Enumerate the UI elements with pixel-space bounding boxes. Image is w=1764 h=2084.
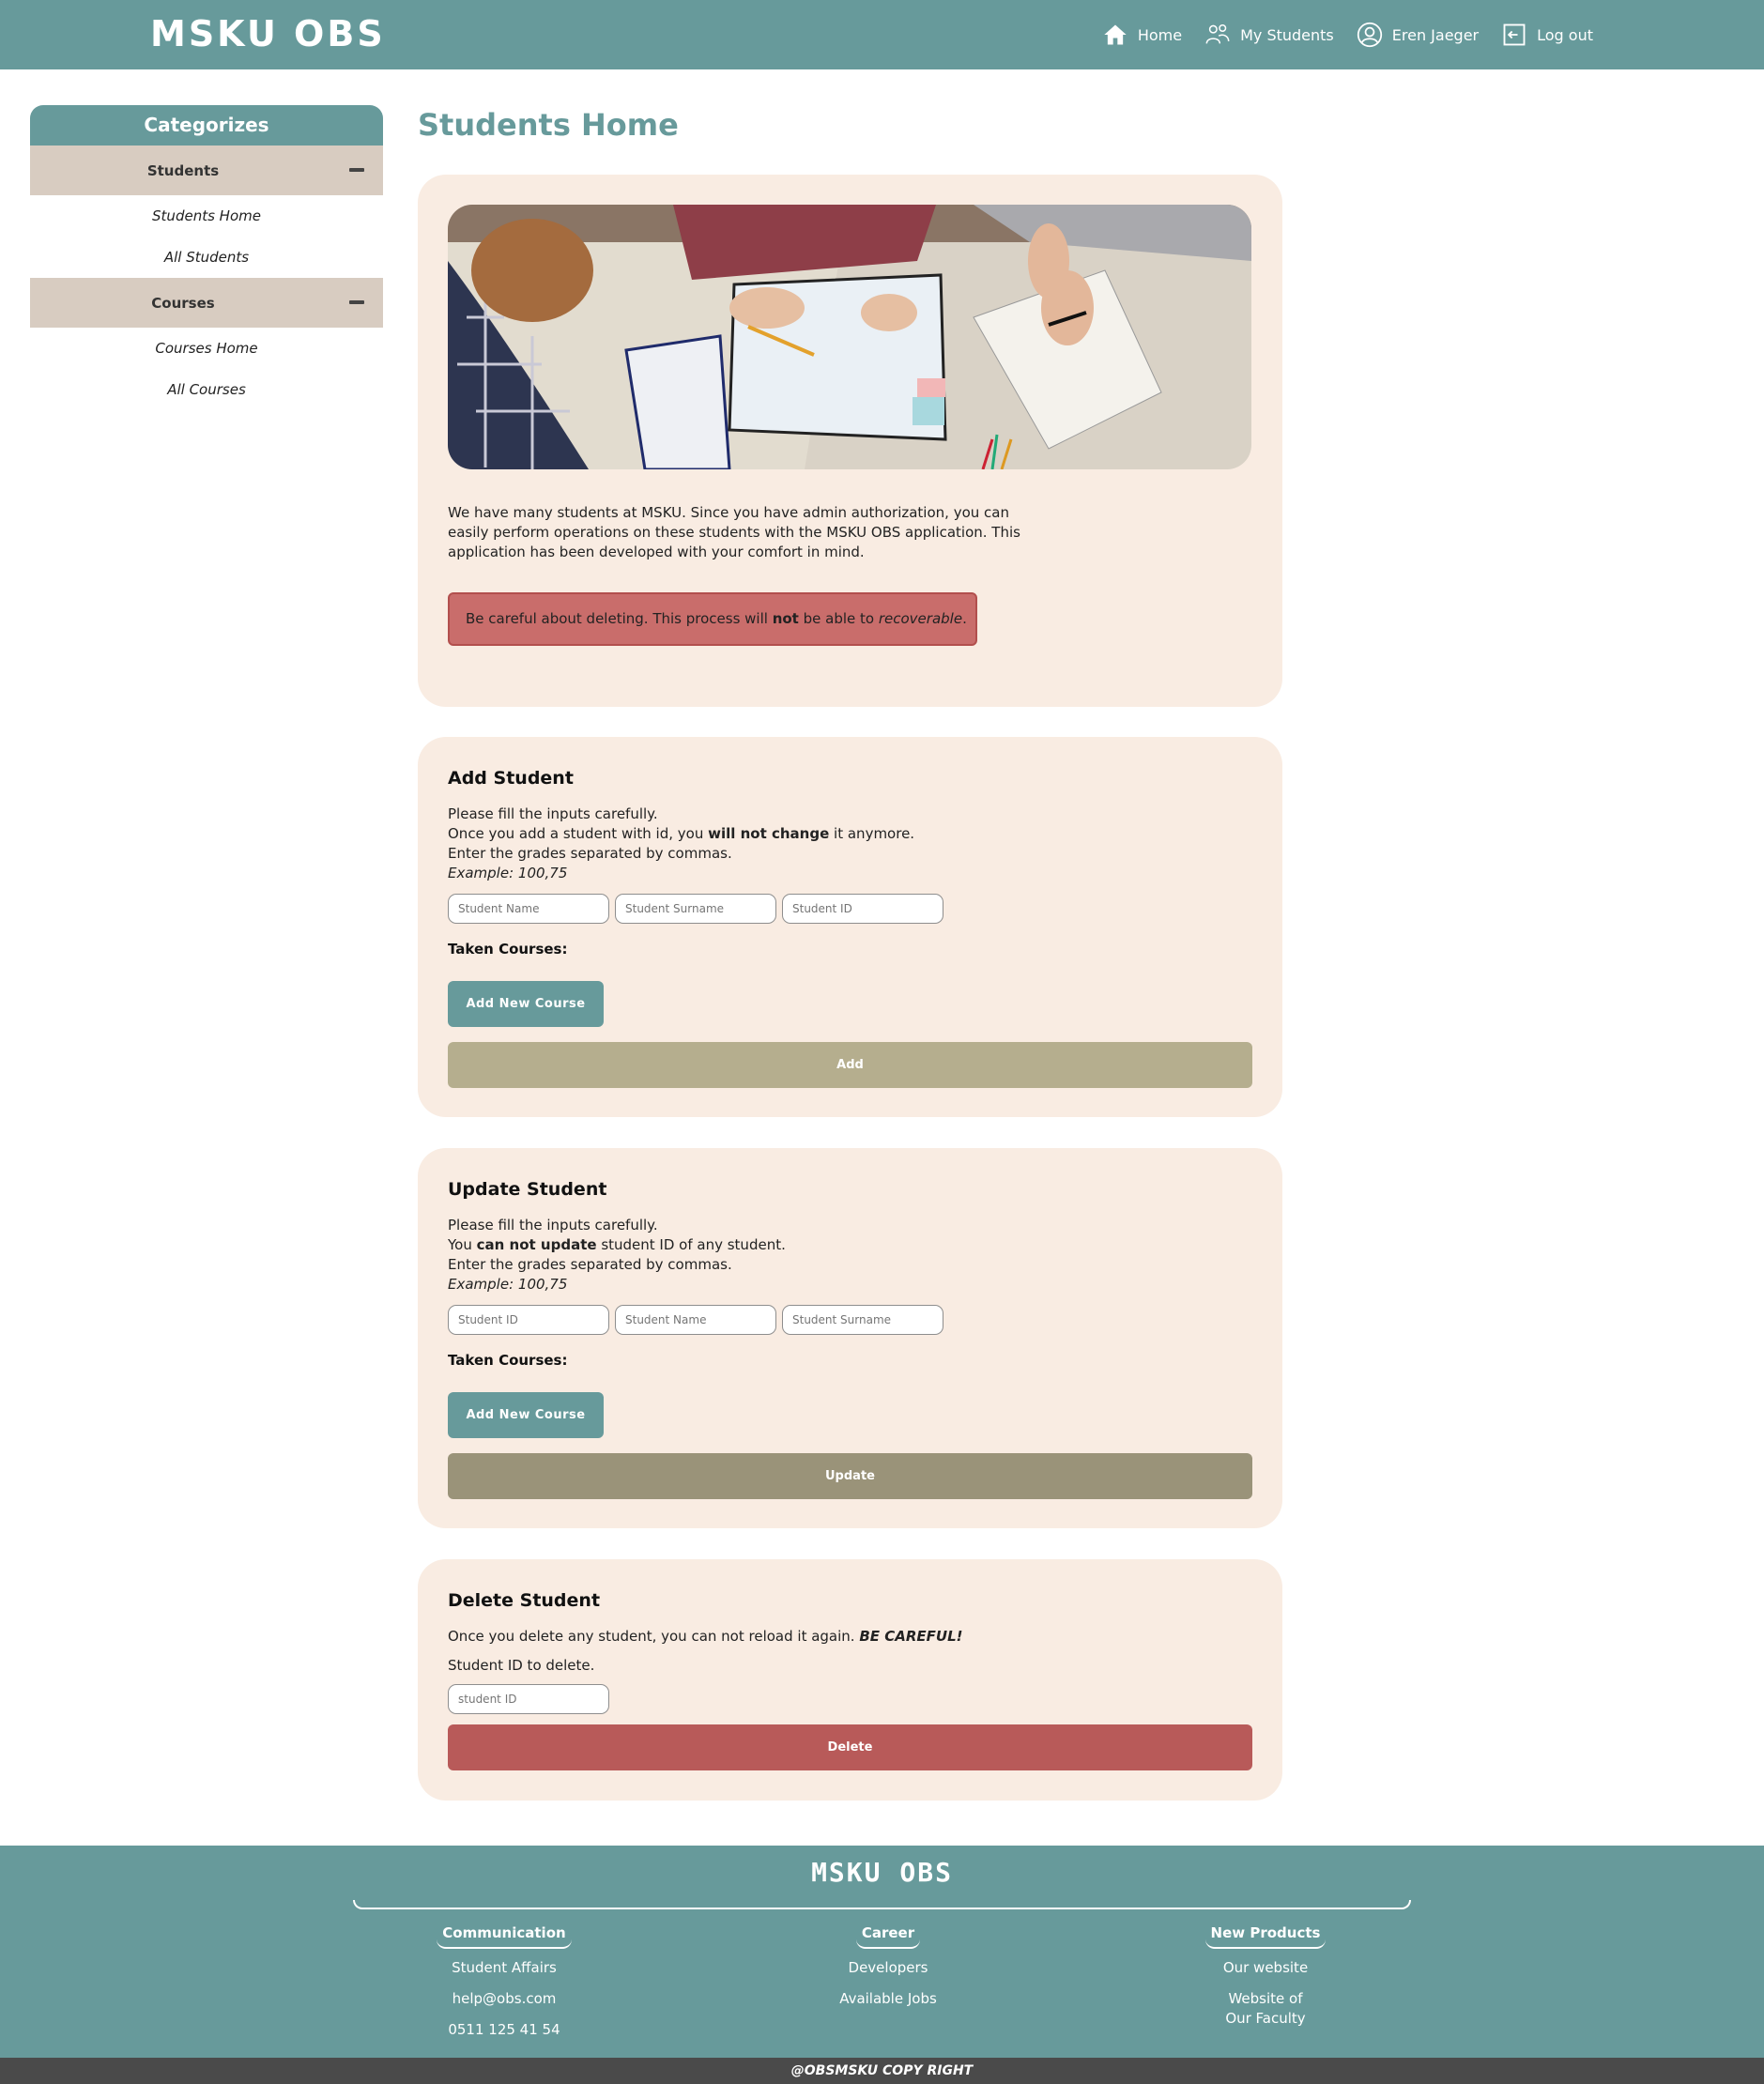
delete-warning-alert: Be careful about deleting. This process …: [448, 592, 977, 646]
footer: MSKU OBS Communication Student Affairs h…: [0, 1846, 1764, 2058]
delete-student-title: Delete Student: [448, 1590, 601, 1611]
intro-text: We have many students at MSKU. Since you…: [448, 504, 1020, 560]
instruction-line: Once you delete any student, you can not…: [448, 1627, 963, 1647]
add-new-course-button[interactable]: Add New Course: [448, 981, 604, 1027]
update-student-instructions: Please fill the inputs carefully. You ca…: [448, 1216, 786, 1295]
logout-icon: [1503, 23, 1526, 46]
instruction-line: Please fill the inputs carefully.: [448, 805, 658, 822]
top-navbar: MSKU OBS Home My Students Eren Jaeger Lo…: [0, 0, 1764, 69]
update-student-title: Update Student: [448, 1179, 607, 1200]
nav-user-label: Eren Jaeger: [1391, 25, 1480, 44]
instruction-line: You can not update student ID of any stu…: [448, 1235, 786, 1255]
add-student-card: Add Student Please fill the inputs caref…: [418, 737, 1282, 1117]
delete-student-instructions: Once you delete any student, you can not…: [448, 1627, 963, 1676]
update-student-inputs: [448, 1305, 943, 1335]
page-title: Students Home: [418, 107, 679, 143]
footer-column-career: Career Developers Available Jobs: [785, 1921, 991, 2020]
instruction-text: it anymore.: [829, 825, 915, 842]
footer-link[interactable]: Developers: [785, 1958, 991, 1978]
instruction-text: Once you add a student with id, you: [448, 825, 709, 842]
nav-home-label: Home: [1137, 25, 1183, 44]
add-new-course-button[interactable]: Add New Course: [448, 1392, 604, 1438]
students-hero-image: [448, 205, 1251, 469]
sidebar-link-students-home[interactable]: Students Home: [30, 195, 383, 237]
taken-courses-label: Taken Courses:: [448, 1352, 568, 1369]
footer-link[interactable]: Our website: [1162, 1958, 1369, 1978]
footer-column-title: New Products: [1204, 1921, 1327, 1949]
warning-text-bold: not: [772, 610, 799, 627]
footer-link[interactable]: 0511 125 41 54: [401, 2020, 607, 2040]
student-name-input[interactable]: [448, 894, 609, 924]
footer-link[interactable]: Website of Our Faculty: [1223, 1989, 1308, 2029]
footer-link[interactable]: Student Affairs: [401, 1958, 607, 1978]
warning-text-mid: be able to: [798, 610, 879, 627]
add-student-inputs: [448, 894, 943, 924]
instruction-bold: BE CAREFUL!: [859, 1628, 963, 1645]
sidebar-link-all-courses[interactable]: All Courses: [30, 369, 383, 410]
instruction-text: student ID of any student.: [596, 1236, 786, 1253]
sidebar: Categorizes Students Students Home All S…: [30, 105, 383, 410]
taken-courses-label: Taken Courses:: [448, 941, 568, 958]
nav-my-students-label: My Students: [1240, 25, 1334, 44]
instruction-bold: will not change: [708, 825, 830, 842]
student-name-input[interactable]: [615, 1305, 776, 1335]
home-icon: [1104, 24, 1127, 45]
footer-column-title: Career: [855, 1921, 921, 1949]
user-icon: [1357, 22, 1382, 48]
footer-column-title: Communication: [437, 1921, 572, 1949]
instruction-line: Enter the grades separated by commas.: [448, 845, 732, 862]
sidebar-category-label: Courses: [151, 294, 215, 312]
nav-logout-label: Log out: [1537, 25, 1593, 44]
sidebar-title: Categorizes: [30, 105, 383, 146]
instruction-text: Once you delete any student, you can not…: [448, 1628, 860, 1645]
nav-my-students[interactable]: My Students: [1204, 22, 1334, 48]
users-icon: [1205, 23, 1230, 44]
nav-user-profile[interactable]: Eren Jaeger: [1357, 22, 1479, 48]
delete-student-card: Delete Student Once you delete any stude…: [418, 1559, 1282, 1801]
footer-column-communication: Communication Student Affairs help@obs.c…: [401, 1921, 607, 2051]
footer-logo: MSKU OBS: [811, 1857, 953, 1888]
nav-home[interactable]: Home: [1102, 22, 1182, 48]
sidebar-category-students[interactable]: Students: [30, 146, 383, 195]
intro-card: We have many students at MSKU. Since you…: [418, 175, 1282, 707]
update-student-card: Update Student Please fill the inputs ca…: [418, 1148, 1282, 1528]
footer-column-new-products: New Products Our website Website of Our …: [1162, 1921, 1369, 2029]
copyright-bar: @OBSMSKU COPY RIGHT: [0, 2058, 1764, 2084]
instruction-text: You: [448, 1236, 477, 1253]
instruction-bold: can not update: [476, 1236, 597, 1253]
update-student-button[interactable]: Update: [448, 1453, 1252, 1499]
grade-example: Example: 100,75: [448, 865, 568, 881]
student-surname-input[interactable]: [782, 1305, 943, 1335]
student-id-input[interactable]: [448, 1305, 609, 1335]
instruction-line: Student ID to delete.: [448, 1657, 595, 1674]
minus-icon[interactable]: [349, 300, 364, 304]
warning-text-end: .: [962, 610, 967, 627]
instruction-line: Enter the grades separated by commas.: [448, 1256, 732, 1273]
delete-student-id-input[interactable]: [448, 1684, 609, 1714]
minus-icon[interactable]: [349, 168, 364, 172]
add-student-title: Add Student: [448, 768, 574, 789]
sidebar-link-all-students[interactable]: All Students: [30, 237, 383, 278]
footer-divider: [353, 1900, 1411, 1909]
footer-link[interactable]: Available Jobs: [785, 1989, 991, 2009]
delete-student-button[interactable]: Delete: [448, 1724, 1252, 1770]
add-student-instructions: Please fill the inputs carefully. Once y…: [448, 804, 914, 883]
add-student-button[interactable]: Add: [448, 1042, 1252, 1088]
nav-logout[interactable]: Log out: [1501, 22, 1593, 48]
footer-link[interactable]: help@obs.com: [401, 1989, 607, 2009]
instruction-line: Please fill the inputs carefully.: [448, 1217, 658, 1234]
student-id-input[interactable]: [782, 894, 943, 924]
grade-example: Example: 100,75: [448, 1276, 568, 1293]
sidebar-category-label: Students: [146, 161, 220, 179]
main-nav: Home My Students Eren Jaeger Log out: [1102, 0, 1593, 69]
brand-logo[interactable]: MSKU OBS: [150, 13, 386, 54]
warning-text-pre: Be careful about deleting. This process …: [466, 610, 773, 627]
sidebar-category-courses[interactable]: Courses: [30, 278, 383, 328]
warning-text-italic: recoverable: [878, 610, 963, 627]
instruction-line: Once you add a student with id, you will…: [448, 824, 914, 844]
sidebar-link-courses-home[interactable]: Courses Home: [30, 328, 383, 369]
student-surname-input[interactable]: [615, 894, 776, 924]
